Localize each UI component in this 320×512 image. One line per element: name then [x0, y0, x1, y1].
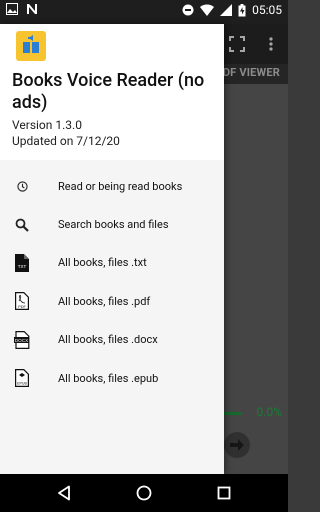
back-icon[interactable]	[56, 485, 72, 501]
menu-item-label: All books, files .docx	[58, 333, 158, 347]
drawer-header: Books Voice Reader (no ads) Version 1.3.…	[0, 24, 224, 160]
drawer-menu: Read or being read books Search books an…	[0, 167, 224, 397]
clock-icon	[14, 177, 30, 195]
navigation-drawer: Books Voice Reader (no ads) Version 1.3.…	[0, 24, 224, 474]
menu-item-txt[interactable]: TXT All books, files .txt	[0, 244, 224, 282]
home-icon[interactable]	[136, 485, 152, 501]
book-speaker-icon	[23, 35, 39, 53]
svg-text:PDF: PDF	[18, 305, 26, 309]
image-icon	[6, 3, 18, 15]
app-version: Version 1.3.0	[12, 118, 82, 132]
app-logo	[16, 31, 46, 61]
menu-item-label: All books, files .epub	[58, 371, 159, 385]
drawer-scrim[interactable]	[224, 24, 288, 474]
menu-item-read-books[interactable]: Read or being read books	[0, 167, 224, 205]
menu-item-label: All books, files .txt	[58, 256, 147, 270]
signal-icon	[220, 4, 233, 16]
app-title: Books Voice Reader (no ads)	[12, 70, 205, 113]
epub-file-icon: EPUB	[14, 369, 30, 388]
search-icon	[14, 216, 30, 234]
wifi-icon	[200, 4, 215, 16]
n-notification-icon	[27, 4, 37, 14]
system-nav-bar	[0, 474, 288, 512]
txt-file-icon: TXT	[14, 253, 30, 272]
menu-item-epub[interactable]: EPUB All books, files .epub	[0, 359, 224, 397]
status-bar: 05:05	[0, 0, 288, 24]
menu-item-pdf[interactable]: PDF All books, files .pdf	[0, 282, 224, 320]
minus-circle-icon	[182, 4, 194, 16]
svg-text:DOCX: DOCX	[15, 338, 28, 343]
app-updated: Updated on 7/12/20	[12, 134, 120, 148]
menu-item-label: Search books and files	[58, 218, 169, 232]
svg-text:TXT: TXT	[18, 264, 27, 269]
status-time: 05:05	[252, 3, 282, 17]
battery-icon	[238, 3, 246, 16]
menu-item-label: All books, files .pdf	[58, 294, 151, 308]
recents-icon[interactable]	[216, 485, 232, 501]
menu-item-search[interactable]: Search books and files	[0, 205, 224, 243]
menu-item-docx[interactable]: DOCX All books, files .docx	[0, 321, 224, 359]
docx-file-icon: DOCX	[14, 330, 30, 349]
svg-text:EPUB: EPUB	[17, 382, 27, 386]
pdf-file-icon: PDF	[14, 292, 30, 311]
menu-item-label: Read or being read books	[58, 179, 183, 193]
